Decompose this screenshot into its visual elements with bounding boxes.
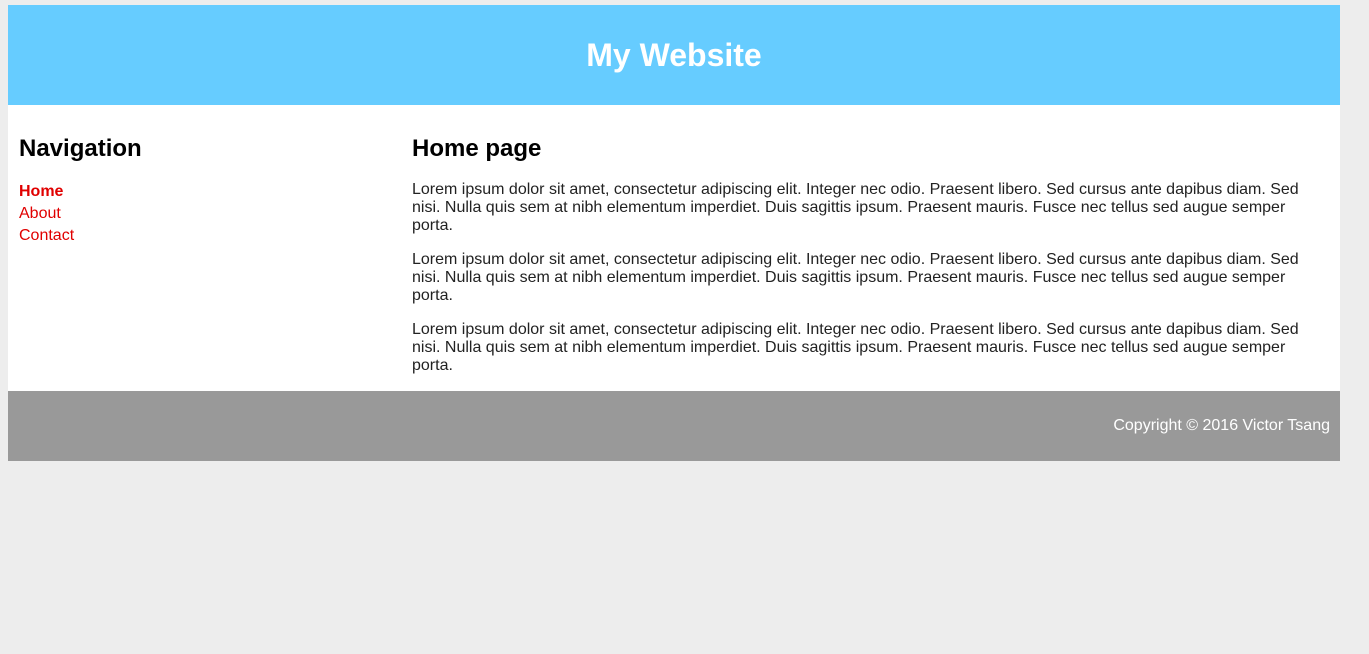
nav-link-home[interactable]: Home xyxy=(19,183,63,200)
site-header: My Website xyxy=(8,5,1340,105)
paragraph: Lorem ipsum dolor sit amet, consectetur … xyxy=(412,181,1299,235)
nav-link-about[interactable]: About xyxy=(19,205,61,222)
nav-item-contact: Contact xyxy=(19,225,401,247)
page-heading: Home page xyxy=(412,135,542,162)
main-content: Home page Lorem ipsum dolor sit amet, co… xyxy=(401,135,1329,375)
sidebar: Navigation Home About Contact xyxy=(8,135,401,375)
nav-item-home: Home xyxy=(19,181,401,203)
paragraph: Lorem ipsum dolor sit amet, consectetur … xyxy=(412,321,1299,375)
nav-item-about: About xyxy=(19,203,401,225)
nav-list: Home About Contact xyxy=(19,181,401,247)
paragraph: Lorem ipsum dolor sit amet, consectetur … xyxy=(412,251,1299,305)
content-area: Navigation Home About Contact Home page … xyxy=(8,105,1340,391)
page-container: My Website Navigation Home About Contact… xyxy=(8,5,1340,462)
copyright-text: Copyright © 2016 Victor Tsang xyxy=(1113,417,1330,435)
nav-link-contact[interactable]: Contact xyxy=(19,227,74,244)
site-title: My Website xyxy=(586,37,762,73)
sidebar-heading: Navigation xyxy=(19,135,142,162)
site-footer: Copyright © 2016 Victor Tsang xyxy=(8,391,1340,462)
